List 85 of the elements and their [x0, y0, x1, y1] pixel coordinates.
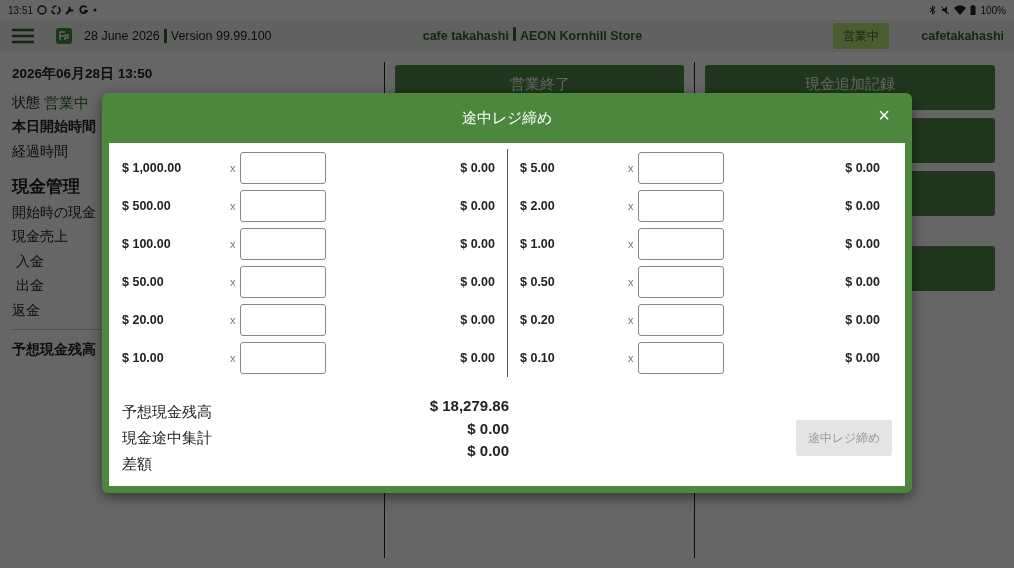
denomination-total: $ 0.00: [459, 159, 496, 177]
multiply-sign: x: [628, 312, 635, 328]
store-name: AEON Kornhill Store: [519, 27, 643, 45]
count-field[interactable]: [638, 228, 724, 260]
count-field[interactable]: [240, 266, 326, 298]
summary-label: 経過時間: [12, 142, 68, 161]
denomination-total: $ 0.00: [459, 273, 496, 291]
total-value: $ 18,279.86: [428, 396, 509, 416]
count-field[interactable]: [240, 190, 326, 222]
denomination-total: $ 0.00: [459, 235, 496, 253]
denomination-label: $ 50.00: [122, 273, 165, 291]
count-field[interactable]: [638, 190, 724, 222]
count-field[interactable]: [240, 228, 326, 260]
modal-title: 途中レジ締め: [462, 107, 552, 128]
denomination-total: $ 0.00: [844, 159, 881, 177]
total-label: 差額: [122, 454, 153, 474]
denomination-label: $ 2.00: [520, 197, 556, 215]
mute-icon: [940, 5, 951, 15]
user-name: cafetakahashi: [921, 27, 1004, 45]
total-value: $ 0.00: [466, 441, 509, 461]
denomination-label: $ 0.20: [520, 311, 556, 329]
denomination-total: $ 0.00: [844, 311, 881, 329]
summary-label: 入金: [15, 252, 44, 271]
denomination-total: $ 0.00: [844, 273, 881, 291]
state-label: 状態: [12, 93, 40, 112]
total-value: $ 0.00: [466, 418, 509, 439]
current-datetime: 2026年06月28日 13:50: [12, 65, 153, 83]
status-time: 13:51: [8, 3, 34, 18]
sync-icon: [51, 5, 62, 15]
shop-name: cafe takahashi: [422, 27, 509, 45]
denomination-label: $ 5.00: [520, 159, 556, 177]
denomination-total: $ 0.00: [844, 235, 881, 253]
g-icon: [79, 5, 89, 15]
multiply-sign: x: [230, 198, 237, 214]
multiply-sign: x: [230, 236, 237, 252]
multiply-sign: x: [628, 160, 635, 176]
count-field[interactable]: [638, 266, 724, 298]
total-label: 予想現金残高: [122, 402, 213, 422]
denomination-label: $ 500.00: [122, 197, 172, 215]
multiply-sign: x: [230, 160, 237, 176]
battery-percentage: 100%: [980, 3, 1006, 18]
denomination-total: $ 0.00: [844, 349, 881, 367]
denomination-total: $ 0.00: [459, 197, 496, 215]
multiply-sign: x: [230, 274, 237, 290]
multiply-sign: x: [628, 236, 635, 252]
denomination-label: $ 0.10: [520, 349, 556, 367]
multiply-sign: x: [628, 350, 635, 366]
wifi-icon: [954, 5, 967, 15]
multiply-sign: x: [628, 274, 635, 290]
denomination-total: $ 0.00: [459, 349, 496, 367]
count-field[interactable]: [240, 152, 326, 184]
denomination-label: $ 20.00: [122, 311, 165, 329]
denomination-label: $ 10.00: [122, 349, 165, 367]
count-field[interactable]: [638, 342, 724, 374]
summary-label: 現金売上: [12, 228, 68, 246]
summary-label: 返金: [12, 301, 40, 320]
multiply-sign: x: [628, 198, 635, 214]
bluetooth-icon: [929, 5, 937, 15]
header-date: 28 June 2026: [84, 27, 160, 45]
summary-label: 予想現金残高: [12, 341, 96, 359]
summary-label: 出金: [15, 277, 44, 295]
multiply-sign: x: [230, 312, 237, 328]
denomination-label: $ 1,000.00: [122, 159, 183, 177]
summary-label: 開始時の現金: [12, 203, 96, 222]
count-field[interactable]: [638, 304, 724, 336]
circle-icon: [37, 5, 48, 15]
dot-icon: [92, 7, 99, 13]
count-field[interactable]: [240, 304, 326, 336]
multiply-sign: x: [230, 350, 237, 366]
count-field[interactable]: [240, 342, 326, 374]
state-value: 営業中: [44, 92, 89, 113]
battery-icon: [970, 5, 977, 15]
summary-label: 本日開始時間: [12, 118, 96, 136]
app-version: Version 99.99.100: [170, 27, 272, 45]
total-label: 現金途中集計: [122, 428, 213, 448]
wrench-icon: [65, 5, 76, 15]
denomination-total: $ 0.00: [844, 197, 881, 215]
denomination-total: $ 0.00: [459, 311, 496, 329]
denomination-label: $ 0.50: [520, 273, 556, 291]
denomination-label: $ 100.00: [122, 235, 172, 253]
menu-icon[interactable]: [12, 28, 34, 44]
section-heading: 現金管理: [12, 176, 80, 197]
denomination-label: $ 1.00: [520, 235, 556, 253]
count-field[interactable]: [638, 152, 724, 184]
logo-icon: [56, 28, 72, 44]
